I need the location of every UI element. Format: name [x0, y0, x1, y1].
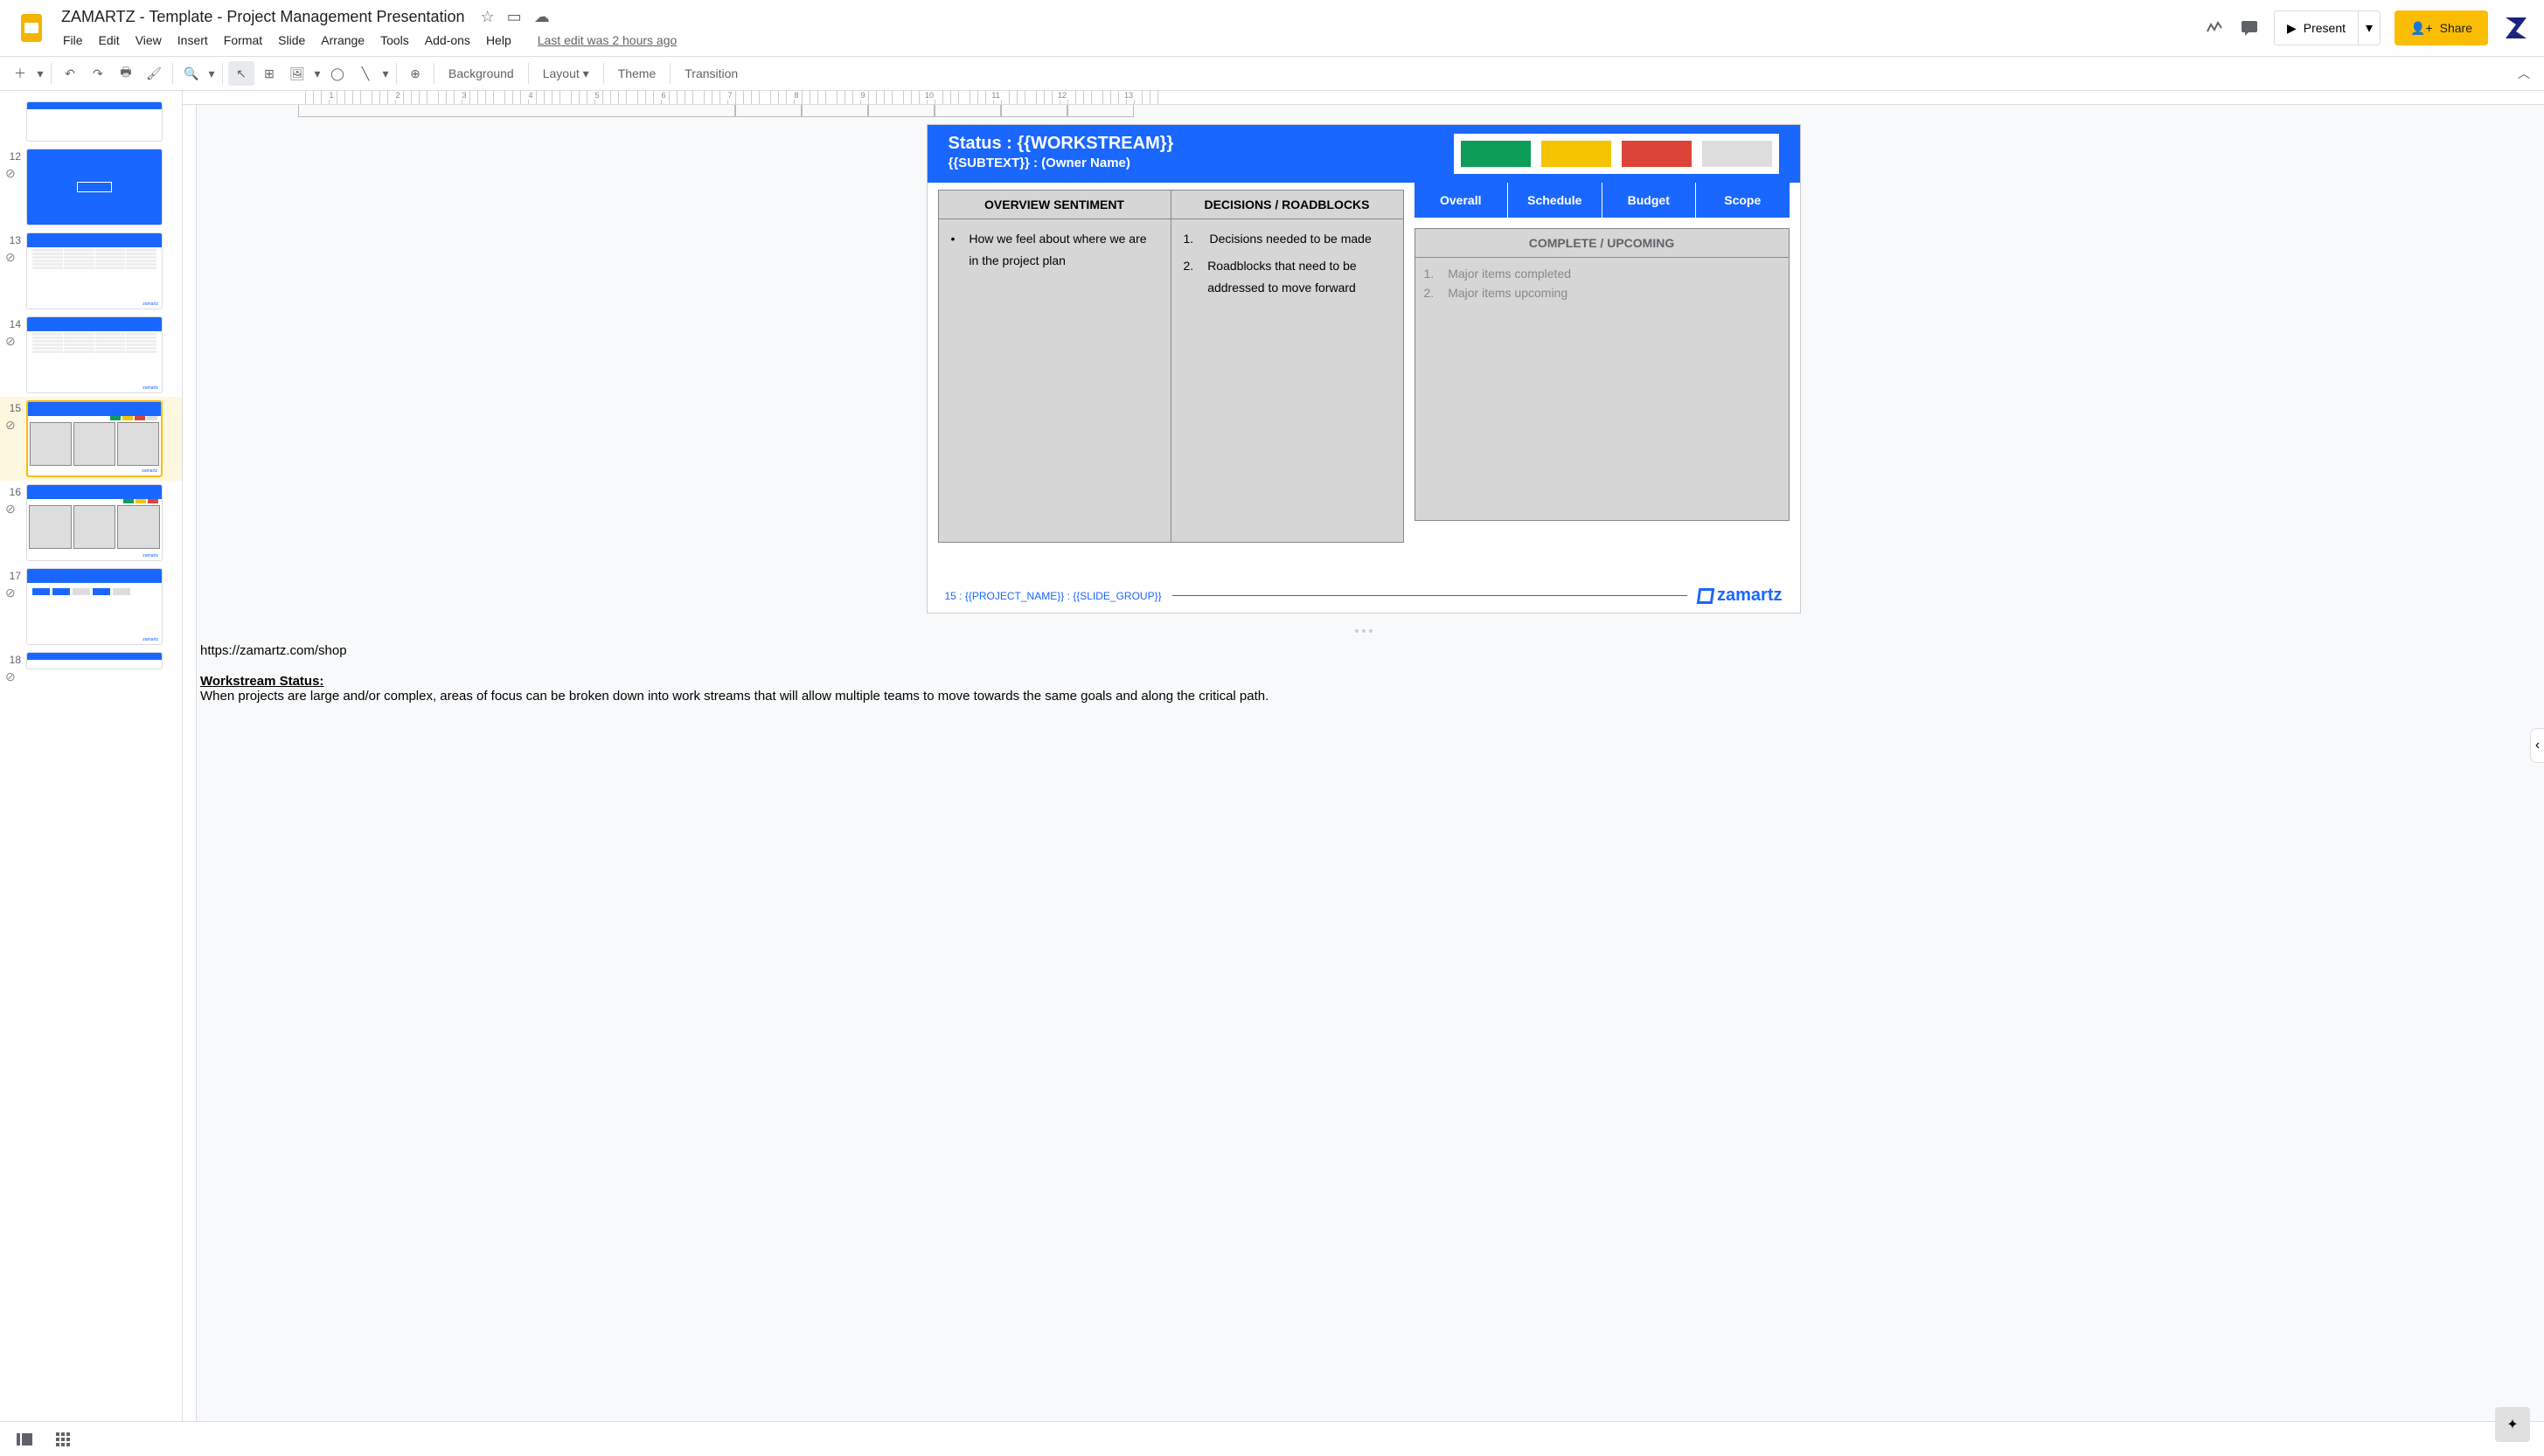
status-chips[interactable]: [1454, 134, 1779, 174]
th-overview[interactable]: OVERVIEW SENTIMENT: [938, 191, 1171, 219]
line-tool[interactable]: ╲: [352, 61, 379, 86]
doc-title[interactable]: ZAMARTZ - Template - Project Management …: [56, 6, 470, 28]
thumb-18[interactable]: 18⊘: [0, 648, 182, 673]
menu-view[interactable]: View: [129, 30, 169, 51]
present-icon: ▶: [2287, 21, 2297, 36]
image-tool[interactable]: 🖼: [284, 61, 310, 86]
transition-button[interactable]: Transition: [676, 66, 747, 80]
select-tool[interactable]: ↖: [228, 61, 254, 86]
move-icon[interactable]: ▭: [507, 8, 522, 26]
activity-icon[interactable]: [2204, 17, 2225, 38]
grid-view-icon[interactable]: [52, 1429, 73, 1450]
notes-resize-handle[interactable]: [183, 627, 2544, 634]
status-label-budget[interactable]: Budget: [1602, 183, 1697, 218]
td-overview[interactable]: •How we feel about where we are in the p…: [938, 219, 1171, 543]
thumb-15[interactable]: 15⊘zamartz: [0, 397, 182, 481]
status-labels[interactable]: OverallScheduleBudgetScope: [1414, 183, 1790, 218]
menu-edit[interactable]: Edit: [92, 30, 127, 51]
thumb-16[interactable]: 16⊘zamartz: [0, 481, 182, 565]
present-label: Present: [2304, 21, 2346, 35]
thumb-17[interactable]: 17⊘zamartz: [0, 565, 182, 648]
menu-slide[interactable]: Slide: [271, 30, 312, 51]
status-label-schedule[interactable]: Schedule: [1508, 183, 1602, 218]
toolbar: ＋ ▾ ↶ ↷ 🖶 🖌 🔍 ▾ ↖ ⊞ 🖼 ▾ ◯ ╲ ▾ ⊕ Backgrou…: [0, 56, 2544, 91]
slide-title[interactable]: Status : {{WORKSTREAM}}: [949, 134, 1174, 154]
shape-tool[interactable]: ◯: [324, 61, 351, 86]
paint-format-button[interactable]: 🖌: [141, 61, 167, 86]
notes-heading[interactable]: Workstream Status:: [200, 674, 2527, 689]
present-dropdown[interactable]: ▾: [2358, 11, 2380, 45]
slide-subtitle[interactable]: {{SUBTEXT}} : (Owner Name): [949, 156, 1174, 170]
redo-button[interactable]: ↷: [85, 61, 111, 86]
menu-arrange[interactable]: Arrange: [314, 30, 372, 51]
account-logo[interactable]: [2502, 14, 2530, 42]
filmstrip[interactable]: 12⊘13⊘zamartz14⊘zamartz15⊘zamartz16⊘zama…: [0, 91, 182, 1421]
complete-upcoming-box[interactable]: COMPLETE / UPCOMING 1.Major items comple…: [1414, 228, 1790, 521]
app-header: ZAMARTZ - Template - Project Management …: [0, 0, 2544, 56]
menu-format[interactable]: Format: [217, 30, 269, 51]
explore-button[interactable]: ✦: [2495, 1407, 2530, 1442]
menu-tools[interactable]: Tools: [373, 30, 416, 51]
thumb-[interactable]: [0, 98, 182, 145]
comments-icon[interactable]: [2239, 17, 2260, 38]
bottom-bar: [0, 1421, 2544, 1456]
notes-body[interactable]: When projects are large and/or complex, …: [200, 689, 2527, 704]
thumb-12[interactable]: 12⊘: [0, 145, 182, 229]
ruler-horizontal: 12345678910111213: [183, 91, 2544, 105]
slide-canvas[interactable]: Status : {{WORKSTREAM}} {{SUBTEXT}} : (O…: [927, 124, 1801, 614]
menu-insert[interactable]: Insert: [170, 30, 215, 51]
chip-yellow[interactable]: [1541, 141, 1611, 167]
side-panel-toggle[interactable]: ‹: [2530, 728, 2544, 763]
zoom-dropdown[interactable]: ▾: [206, 61, 217, 86]
menu-addons[interactable]: Add-ons: [418, 30, 477, 51]
present-button[interactable]: ▶ Present ▾: [2274, 10, 2381, 45]
new-slide-dropdown[interactable]: ▾: [35, 61, 45, 86]
status-label-overall[interactable]: Overall: [1414, 183, 1509, 218]
menu-bar: File Edit View Insert Format Slide Arran…: [56, 30, 2204, 51]
last-edit[interactable]: Last edit was 2 hours ago: [531, 30, 685, 51]
thumb-14[interactable]: 14⊘zamartz: [0, 313, 182, 397]
slide-footer-line: [1172, 595, 1687, 596]
new-slide-button[interactable]: ＋: [7, 61, 33, 86]
status-label-scope[interactable]: Scope: [1696, 183, 1790, 218]
line-dropdown[interactable]: ▾: [380, 61, 391, 86]
background-button[interactable]: Background: [440, 66, 523, 80]
chip-green[interactable]: [1461, 141, 1531, 167]
menu-help[interactable]: Help: [479, 30, 518, 51]
zoom-button[interactable]: 🔍: [178, 61, 205, 86]
slides-logo[interactable]: [14, 10, 49, 45]
menu-file[interactable]: File: [56, 30, 90, 51]
complete-header[interactable]: COMPLETE / UPCOMING: [1415, 229, 1789, 258]
speaker-notes[interactable]: https://zamartz.com/shop Workstream Stat…: [183, 634, 2544, 712]
filmstrip-view-icon[interactable]: [14, 1429, 35, 1450]
chip-grey[interactable]: [1702, 141, 1772, 167]
share-button[interactable]: 👤+ Share: [2395, 10, 2488, 45]
print-button[interactable]: 🖶: [113, 61, 139, 86]
share-label: Share: [2440, 21, 2472, 35]
overview-bullet: How we feel about where we are in the pr…: [969, 228, 1157, 272]
notes-url[interactable]: https://zamartz.com/shop: [200, 643, 2527, 658]
textbox-tool[interactable]: ⊞: [256, 61, 282, 86]
undo-button[interactable]: ↶: [57, 61, 83, 86]
complete-body[interactable]: 1.Major items completed2.Major items upc…: [1415, 258, 1789, 520]
slide-footer-text[interactable]: 15 : {{PROJECT_NAME}} : {{SLIDE_GROUP}}: [945, 590, 1162, 602]
cloud-icon[interactable]: ☁: [534, 8, 550, 26]
comment-button[interactable]: ⊕: [402, 61, 428, 86]
ruler-vertical: [183, 105, 197, 1421]
canvas-area[interactable]: 12345678910111213 Status : {{WORKSTREAM}…: [182, 91, 2544, 1421]
td-decisions[interactable]: 1.Decisions needed to be made2.Roadblock…: [1171, 219, 1403, 543]
person-add-icon: 👤+: [2410, 21, 2433, 36]
zamartz-logo: zamartz: [1698, 586, 1782, 606]
image-dropdown[interactable]: ▾: [312, 61, 323, 86]
chip-red[interactable]: [1622, 141, 1692, 167]
collapse-toolbar-icon[interactable]: ︿: [2511, 61, 2537, 86]
star-icon[interactable]: ☆: [481, 8, 495, 26]
overview-table[interactable]: OVERVIEW SENTIMENT DECISIONS / ROADBLOCK…: [938, 190, 1404, 543]
theme-button[interactable]: Theme: [609, 66, 665, 80]
th-decisions[interactable]: DECISIONS / ROADBLOCKS: [1171, 191, 1403, 219]
thumb-13[interactable]: 13⊘zamartz: [0, 229, 182, 313]
layout-button[interactable]: Layout ▾: [534, 66, 598, 81]
